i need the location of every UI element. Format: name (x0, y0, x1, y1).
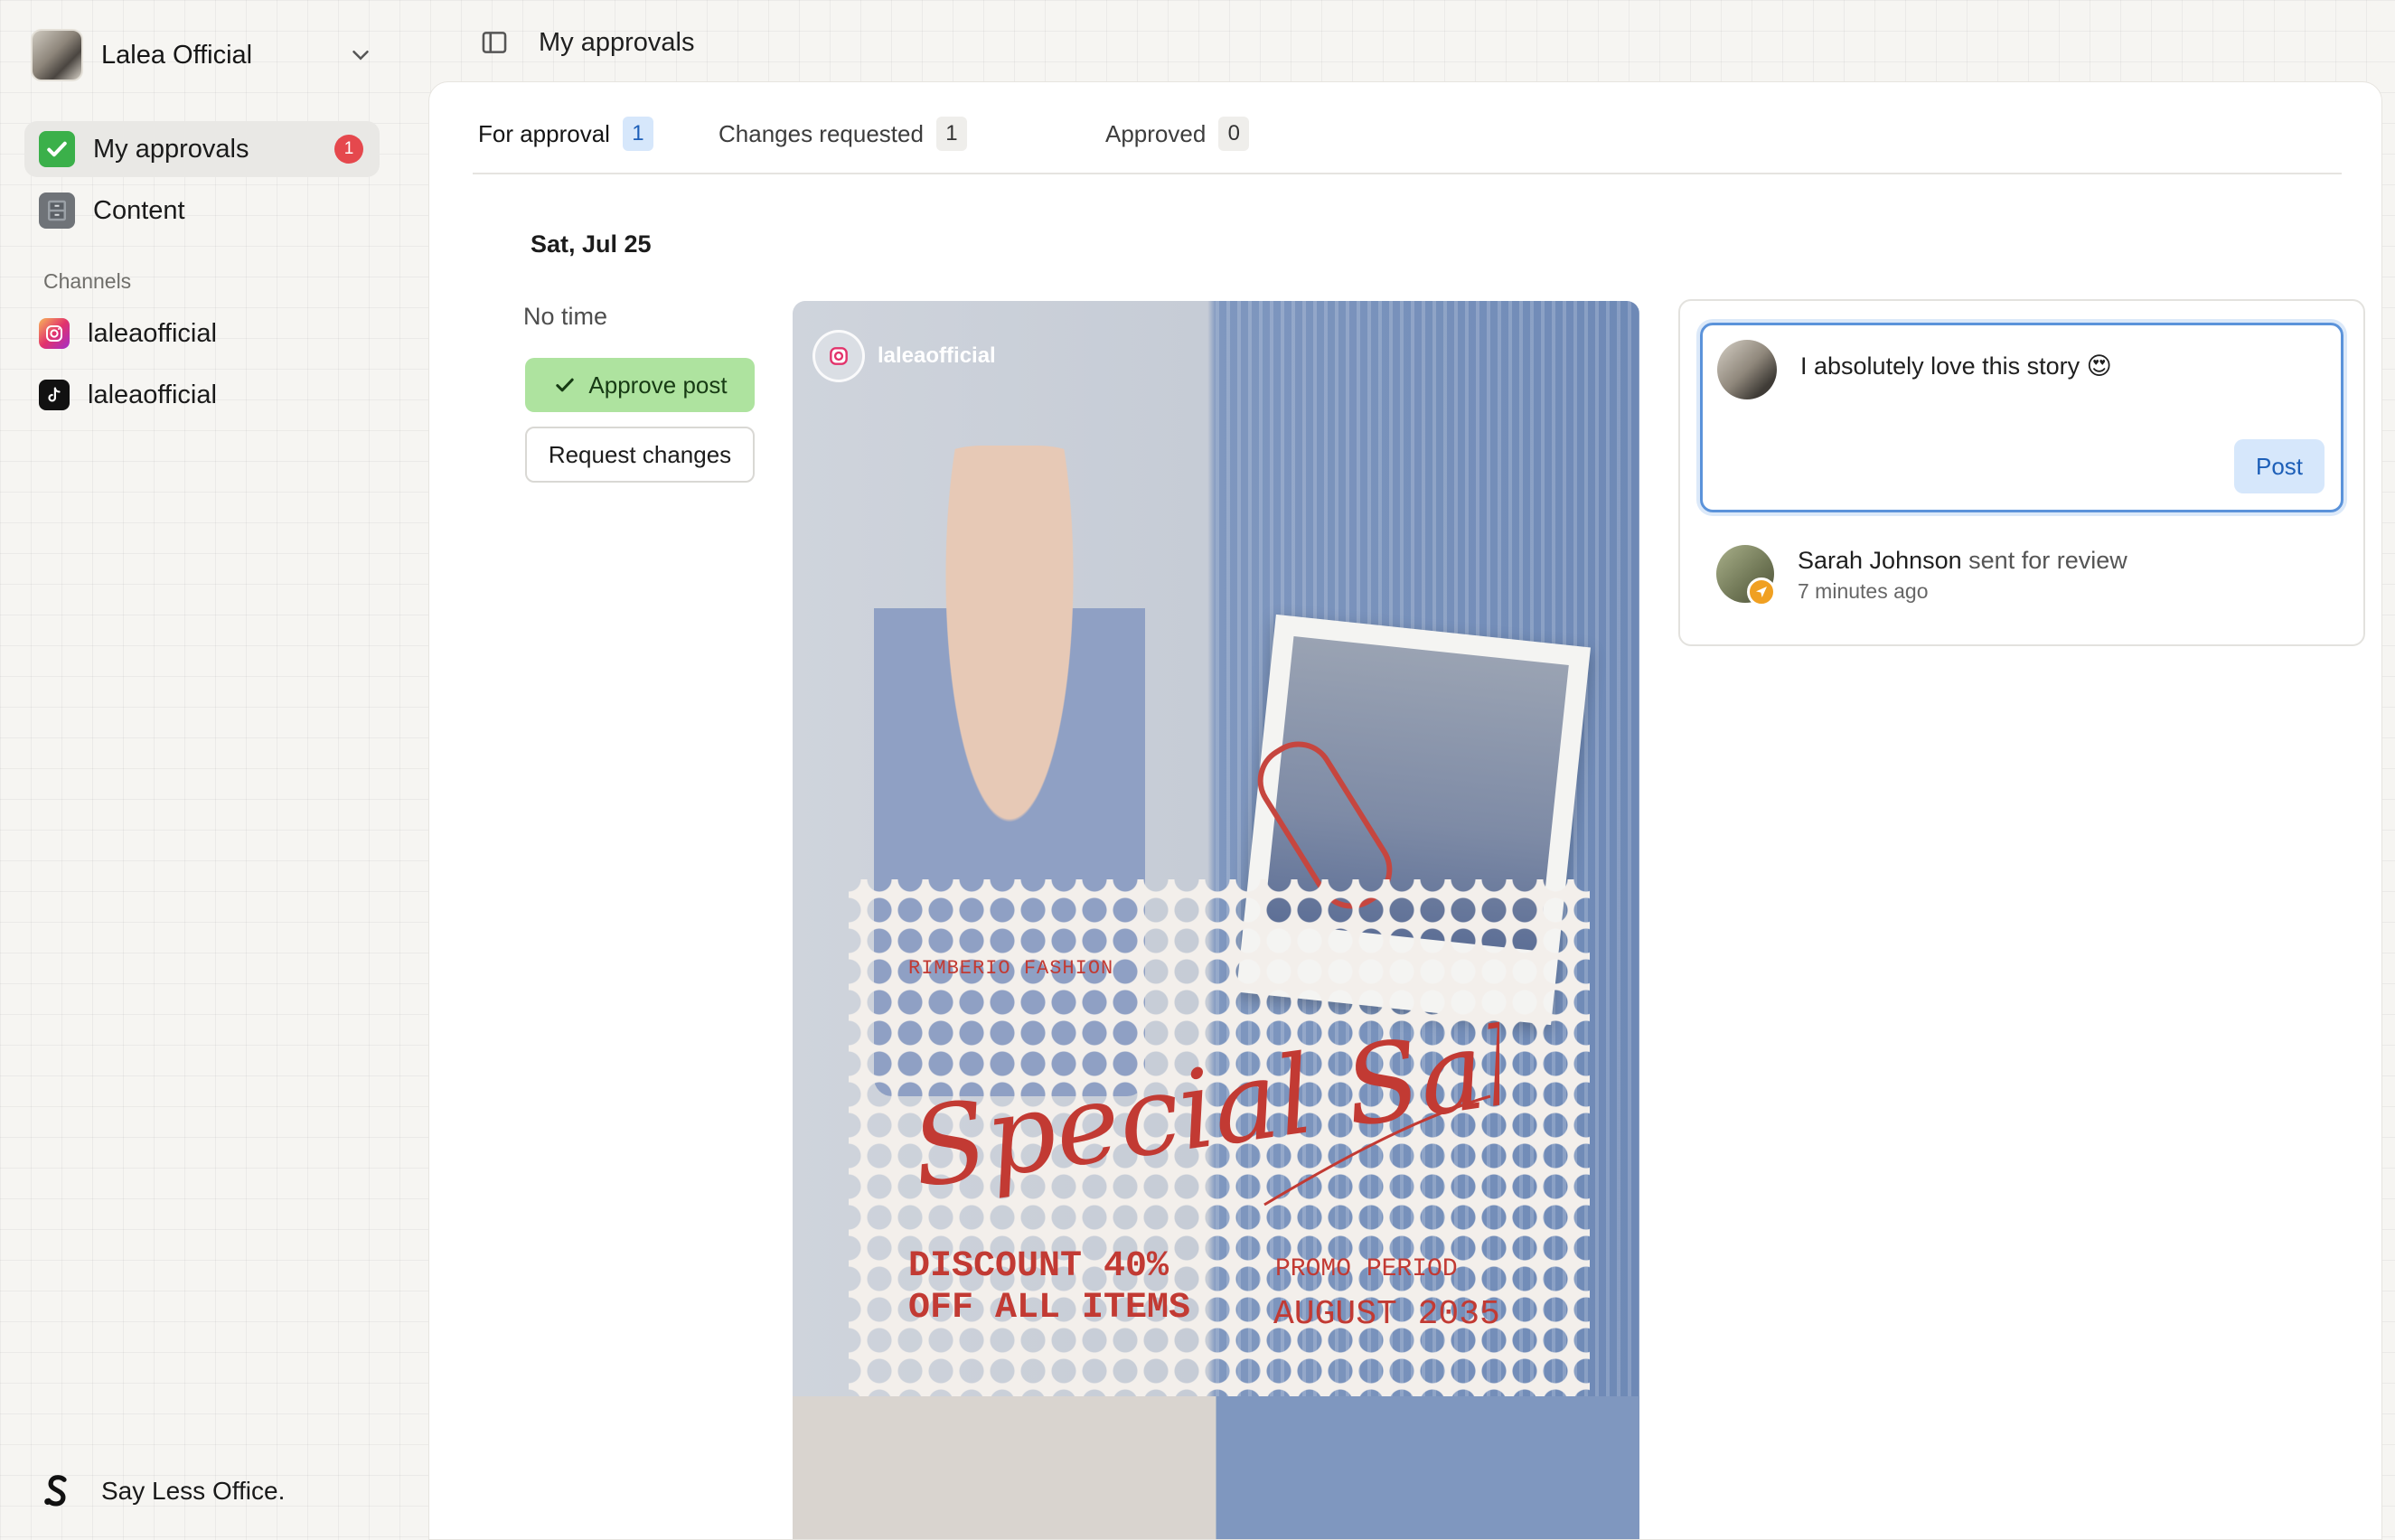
channel-label: laleaofficial (88, 380, 217, 409)
brand-text: RIMBERIO FASHION (908, 957, 1114, 980)
activity-user: Sarah Johnson (1798, 547, 1962, 574)
channels-heading: Channels (43, 269, 132, 293)
send-icon (1747, 578, 1776, 606)
tab-label: For approval (478, 120, 610, 147)
approve-label: Approve post (588, 371, 728, 399)
activity-text: Sarah Johnson sent for review (1798, 547, 2127, 575)
special-sale-script: Special Sale (905, 1015, 1499, 1213)
check-icon (556, 378, 575, 392)
instagram-icon (812, 330, 865, 382)
sidebar-toggle-icon[interactable] (479, 27, 510, 58)
channel-label: laleaofficial (88, 318, 217, 348)
story-handle: laleaofficial (812, 330, 996, 382)
account-avatar (31, 29, 83, 81)
channel-item-instagram[interactable]: laleaofficial (24, 305, 380, 362)
discount-text: DISCOUNT 40% OFF ALL ITEMS (908, 1246, 1191, 1329)
file-cabinet-icon (39, 192, 75, 229)
story-preview[interactable]: laleaofficial RIMBERIO FASHION Special S… (793, 301, 1639, 1539)
footer-brand[interactable]: Say Less Office. (36, 1466, 285, 1517)
sidebar-item-content[interactable]: Content (24, 183, 380, 239)
tiktok-icon (39, 380, 70, 410)
comment-composer[interactable]: I absolutely love this story 😍 Post (1700, 323, 2343, 512)
activity-time: 7 minutes ago (1798, 579, 1929, 603)
approval-tabs: For approval 1 Changes requested 1 Appro… (473, 117, 2342, 174)
tab-changes-requested[interactable]: Changes requested 1 (718, 117, 967, 173)
photo-bottom-strip (793, 1396, 1639, 1539)
check-mark-icon (39, 131, 75, 167)
post-time: No time (523, 303, 608, 330)
request-changes-button[interactable]: Request changes (525, 427, 755, 483)
tab-count: 1 (935, 117, 967, 151)
account-switcher[interactable]: Lalea Official (31, 29, 374, 81)
brand-name: Say Less Office. (101, 1477, 286, 1505)
sidebar-item-my-approvals[interactable]: My approvals 1 (24, 121, 380, 177)
tab-count: 0 (1218, 117, 1250, 151)
top-bar: My approvals (479, 23, 694, 61)
tab-for-approval[interactable]: For approval 1 (478, 117, 653, 173)
tab-label: Approved (1105, 120, 1207, 147)
instagram-icon (39, 318, 70, 349)
promo-label: PROMO PERIOD (1275, 1255, 1458, 1283)
comments-card: I absolutely love this story 😍 Post Sara… (1678, 299, 2365, 646)
sidebar: Lalea Official My approvals 1 Content Ch… (0, 0, 398, 1540)
tab-count: 1 (622, 117, 653, 151)
sidebar-item-label: My approvals (93, 134, 249, 164)
approve-post-button[interactable]: Approve post (525, 358, 755, 412)
sidebar-item-label: Content (93, 195, 185, 225)
main-panel: For approval 1 Changes requested 1 Appro… (428, 81, 2382, 1540)
stamp-content: RIMBERIO FASHION Special Sale DISCOUNT 4… (849, 879, 1590, 1396)
account-name: Lalea Official (101, 40, 253, 70)
tab-approved[interactable]: Approved 0 (1105, 117, 1250, 173)
story-handle-name: laleaofficial (878, 343, 996, 368)
avatar (1717, 340, 1777, 399)
brand-logo-icon (44, 1475, 67, 1507)
page-title: My approvals (539, 27, 695, 57)
promo-date: AUGUST 2035 (1273, 1295, 1500, 1334)
post-date: Sat, Jul 25 (531, 230, 652, 258)
approvals-count-badge: 1 (334, 135, 363, 164)
channel-item-tiktok[interactable]: laleaofficial (24, 367, 380, 423)
post-comment-button[interactable]: Post (2234, 439, 2325, 493)
tab-label: Changes requested (718, 120, 924, 147)
chevron-down-icon (352, 51, 369, 61)
headline-text: Special Sale (905, 1015, 1499, 1213)
comment-input[interactable]: I absolutely love this story 😍 (1800, 352, 2112, 380)
activity-action: sent for review (1968, 547, 2127, 574)
activity-item: Sarah Johnson sent for review 7 minutes … (1716, 541, 2331, 606)
